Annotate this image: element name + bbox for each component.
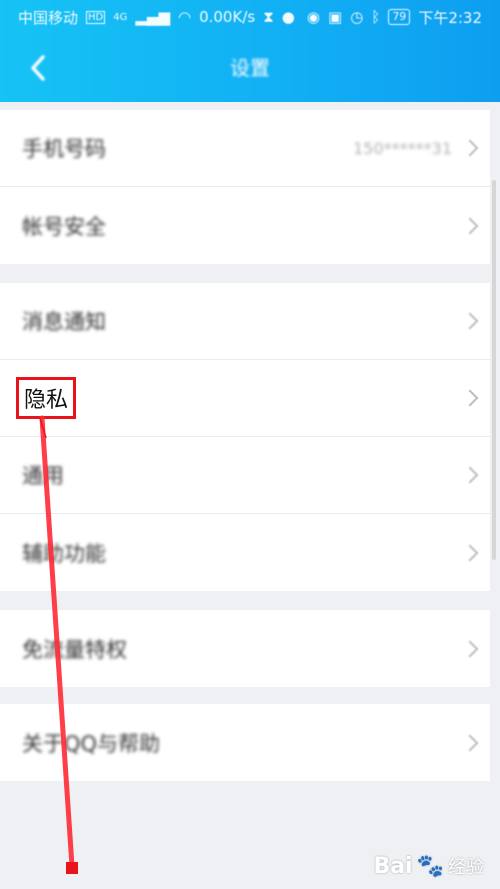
privacy-label: 隐私 xyxy=(16,377,77,419)
chevron-right-icon xyxy=(461,640,479,657)
speed-text: 0.00K/s xyxy=(199,8,256,26)
status-right: ◉ ▣ ◷ ᛒ 79 下午2:32 xyxy=(307,7,482,28)
chevron-right-icon xyxy=(461,217,479,234)
baidu-watermark: Bai 🐾 百 经验 xyxy=(373,853,484,879)
settings-group-account: 手机号码 150******31 帐号安全 xyxy=(0,110,490,264)
status-bar: 中国移动 HD 4G ▂▄▆ ◠ 0.00K/s ⧗ ● ◉ ▣ ◷ ᛒ 79 … xyxy=(0,0,500,34)
row-label: 手机号码 xyxy=(22,137,106,161)
chevron-right-icon xyxy=(461,139,479,157)
hourglass-icon: ⧗ xyxy=(263,8,274,26)
settings-group-data: 免流量特权 xyxy=(0,610,490,687)
settings-row-general[interactable]: 通用 xyxy=(0,437,490,514)
settings-row-phone[interactable]: 手机号码 150******31 xyxy=(0,110,490,187)
status-left: 中国移动 HD 4G ▂▄▆ ◠ 0.00K/s ⧗ ● xyxy=(18,7,295,28)
wifi-icon: ◠ xyxy=(177,8,192,26)
bluetooth-icon: ᛒ xyxy=(371,8,381,26)
clock-text: 下午2:32 xyxy=(418,8,482,27)
signal-icon: ▂▄▆ xyxy=(135,8,170,26)
settings-row-free-data[interactable]: 免流量特权 xyxy=(0,610,490,687)
row-label: 消息通知 xyxy=(22,310,106,334)
page-title: 设置 xyxy=(230,56,270,80)
settings-row-notifications[interactable]: 消息通知 xyxy=(0,283,490,360)
phone-number-value: 150******31 xyxy=(353,138,452,158)
chevron-right-icon xyxy=(461,544,479,561)
battery-icon: 79 xyxy=(388,9,411,25)
alarm-icon: ◷ xyxy=(350,8,364,26)
baidu-brand-text: Bai xyxy=(373,853,413,879)
paw-icon: 🐾 xyxy=(416,853,444,879)
carrier-text: 中国移动 xyxy=(18,8,79,27)
chat-icon: ● xyxy=(281,8,295,26)
settings-group-general: 消息通知 隐私 通用 辅助功能 xyxy=(0,283,490,591)
settings-row-privacy[interactable]: 隐私 xyxy=(0,360,490,437)
scrollbar[interactable] xyxy=(492,180,496,560)
row-label: 免流量特权 xyxy=(22,637,127,662)
annotation-endpoint xyxy=(66,862,78,874)
app-header: 中国移动 HD 4G ▂▄▆ ◠ 0.00K/s ⧗ ● ◉ ▣ ◷ ᛒ 79 … xyxy=(0,0,500,102)
chevron-right-icon xyxy=(461,734,479,751)
row-label: 帐号安全 xyxy=(22,214,106,239)
hd-badge: HD xyxy=(86,10,106,24)
eye-icon: ◉ xyxy=(306,8,321,26)
settings-row-account-security[interactable]: 帐号安全 xyxy=(0,187,490,264)
chevron-right-icon xyxy=(461,389,479,407)
nfc-icon: ▣ xyxy=(328,8,343,26)
chevron-right-icon xyxy=(461,312,479,330)
settings-row-accessibility[interactable]: 辅助功能 xyxy=(0,514,490,591)
jingyan-text: 经验 xyxy=(448,857,484,878)
row-label: 通用 xyxy=(22,464,64,488)
settings-group-about: 关于QQ与帮助 xyxy=(0,704,490,781)
chevron-right-icon xyxy=(461,466,479,484)
row-label: 关于QQ与帮助 xyxy=(22,731,161,756)
nav-bar: 设置 xyxy=(0,40,500,96)
row-label: 辅助功能 xyxy=(22,541,106,566)
settings-row-about-help[interactable]: 关于QQ与帮助 xyxy=(0,704,490,781)
network-type: 4G xyxy=(113,11,128,23)
